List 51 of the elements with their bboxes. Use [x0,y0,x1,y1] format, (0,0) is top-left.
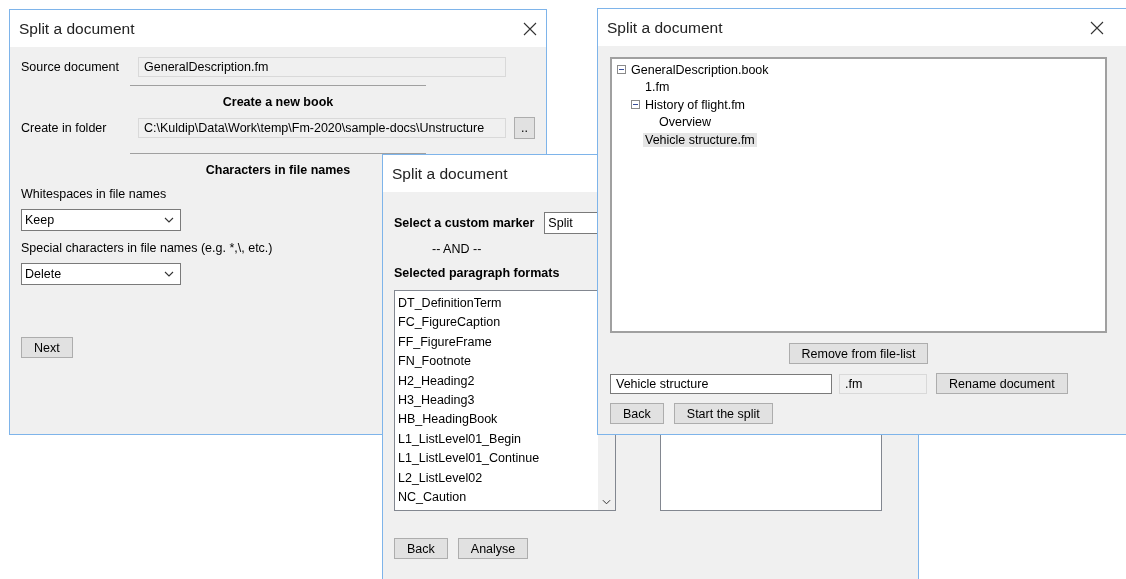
button[interactable]: Back [394,538,448,559]
window-title: Split a document [19,19,135,38]
chevron-down-icon [164,271,174,277]
field-label: Create in folder [21,121,108,135]
button[interactable]: Back [610,403,664,424]
separator-text: -- AND -- [432,242,482,256]
field-label: Select a custom marker [394,216,535,230]
tree-item[interactable]: Vehicle structure.fm [643,132,757,147]
list-item[interactable]: FN_Footnote [398,352,598,372]
dropdown[interactable]: Keep [21,209,181,231]
close-icon[interactable] [1090,20,1104,35]
close-icon[interactable] [523,21,537,36]
tree-item[interactable]: 1.fm [643,80,672,95]
list-item[interactable]: NC_Caution [398,487,598,508]
button[interactable]: Analyse [457,538,529,559]
collapse-icon[interactable] [631,100,640,110]
list-item[interactable]: L1_ListLevel01_Begin [398,429,598,450]
list-item[interactable]: L1_ListLevel01_Continue [398,449,598,469]
list-item[interactable]: FC_FigureCaption [398,313,598,333]
browse-button[interactable]: .. [514,117,535,139]
section-heading: Create a new book [222,95,334,109]
section-heading: Selected paragraph formats [394,266,560,280]
collapse-icon[interactable] [617,65,626,75]
text-field[interactable]: C:\Kuldip\Data\Work\temp\Fm-2020\sample-docs\Unstructure [138,118,506,138]
list-item[interactable]: HB_HeadingBook [398,410,598,430]
list-item[interactable]: H2_Heading2 [398,371,598,391]
list-item[interactable]: L2_ListLevel02 [398,468,598,488]
text-field[interactable]: Vehicle structure [610,373,832,394]
text-field[interactable]: .fm [839,373,927,394]
chevron-down-icon [164,217,174,223]
dropdown[interactable]: Delete [21,263,181,285]
button[interactable]: Next [21,337,73,358]
field-label: Whitespaces in file names [21,187,167,201]
remove-button[interactable]: Remove from file-list [788,343,929,364]
button[interactable]: Start the split [673,403,773,424]
window-title: Split a document [607,18,723,37]
list-item[interactable]: DT_DefinitionTerm [398,294,598,314]
text-field[interactable]: GeneralDescription.fm [138,57,506,77]
tree-item[interactable]: GeneralDescription.book [629,62,771,77]
chevron-down-icon [602,499,611,505]
tree-item[interactable]: History of flight.fm [643,97,748,112]
list-item[interactable]: H3_Heading3 [398,390,598,411]
tree-item[interactable]: Overview [657,115,714,130]
section-heading: Characters in file names [205,163,351,177]
rename-button[interactable]: Rename document [936,373,1068,394]
list-box[interactable]: DT_DefinitionTerm FC_FigureCaption FF_FigureFrame FN_Footnote H2_Heading2 H3_Heading3 HB_HeadingBook L1_ListLevel01_Begin L1_ListLevel01_Continue L2_ListLevel02 NC_Caution [394,290,616,511]
tree-view[interactable]: GeneralDescription.book 1.fm History of flight.fm Overview Vehicle structure.fm [610,57,1107,333]
list-item[interactable]: FF_FigureFrame [398,332,598,353]
field-label: Source document [21,60,120,74]
field-label: Special characters in file names (e.g. *,\, etc.) [21,241,273,255]
window-title: Split a document [392,164,508,183]
